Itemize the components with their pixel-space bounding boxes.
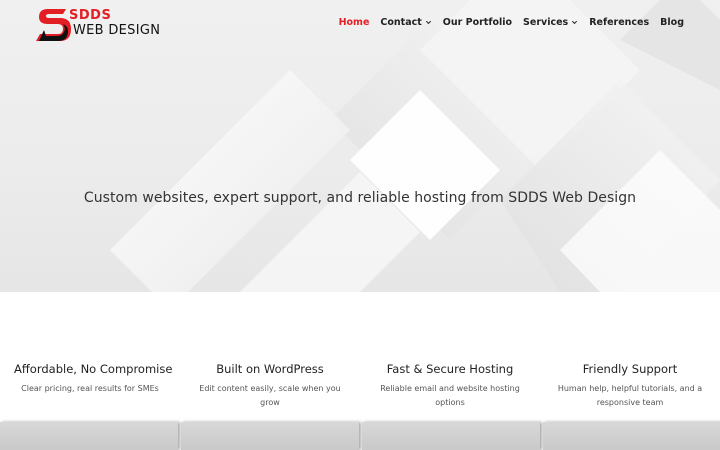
nav-item-label: Contact [380,17,422,28]
nav-item-references[interactable]: References [589,17,649,28]
card-image[interactable] [181,422,359,450]
features-row: Affordable, No Compromise Clear pricing,… [0,362,720,422]
logo-bottom-text: WEB DESIGN [73,23,161,38]
feature-hosting: Fast & Secure Hosting Reliable email and… [360,362,540,422]
chevron-down-icon [425,20,431,25]
nav-item-label: Services [523,17,569,28]
nav-item-contact[interactable]: Contact [380,17,431,28]
nav-item-label: Our Portfolio [442,17,513,28]
nav-item-label: References [589,17,650,28]
logo-top-text: SDDS [69,8,112,23]
site-header: SDDS WEB DESIGN Home Contact Our Portfol… [0,0,720,50]
nav-item-label: Blog [660,17,684,28]
site-logo[interactable]: SDDS WEB DESIGN [36,6,162,44]
nav-item-services[interactable]: Services [523,17,578,28]
chevron-down-icon [572,20,578,25]
feature-title: Fast & Secure Hosting [386,362,514,376]
feature-description: Reliable email and website hosting optio… [380,384,520,407]
feature-title: Affordable, No Compromise [14,362,173,376]
nav-item-blog[interactable]: Blog [660,17,684,28]
feature-wordpress: Built on WordPress Edit content easily, … [180,362,360,422]
main-navigation: Home Contact Our Portfolio Services Refe… [328,17,684,28]
card-image[interactable] [362,422,540,450]
cards-row [0,422,720,450]
feature-description: Human help, helpful tutorials, and a res… [557,384,703,407]
nav-item-our-portfolio[interactable]: Our Portfolio [443,17,512,28]
card-image[interactable] [0,422,178,450]
feature-title: Built on WordPress [216,362,324,376]
feature-title: Friendly Support [582,362,678,376]
feature-support: Friendly Support Human help, helpful tut… [540,362,720,422]
feature-description: Clear pricing, real results for SMEs [21,384,159,393]
feature-affordable: Affordable, No Compromise Clear pricing,… [0,362,180,422]
nav-item-home[interactable]: Home [339,17,370,28]
hero-tagline: Custom websites, expert support, and rel… [83,190,637,206]
feature-description: Edit content easily, scale when you grow [199,384,341,407]
nav-item-label: Home [338,17,370,28]
card-image[interactable] [543,422,720,450]
